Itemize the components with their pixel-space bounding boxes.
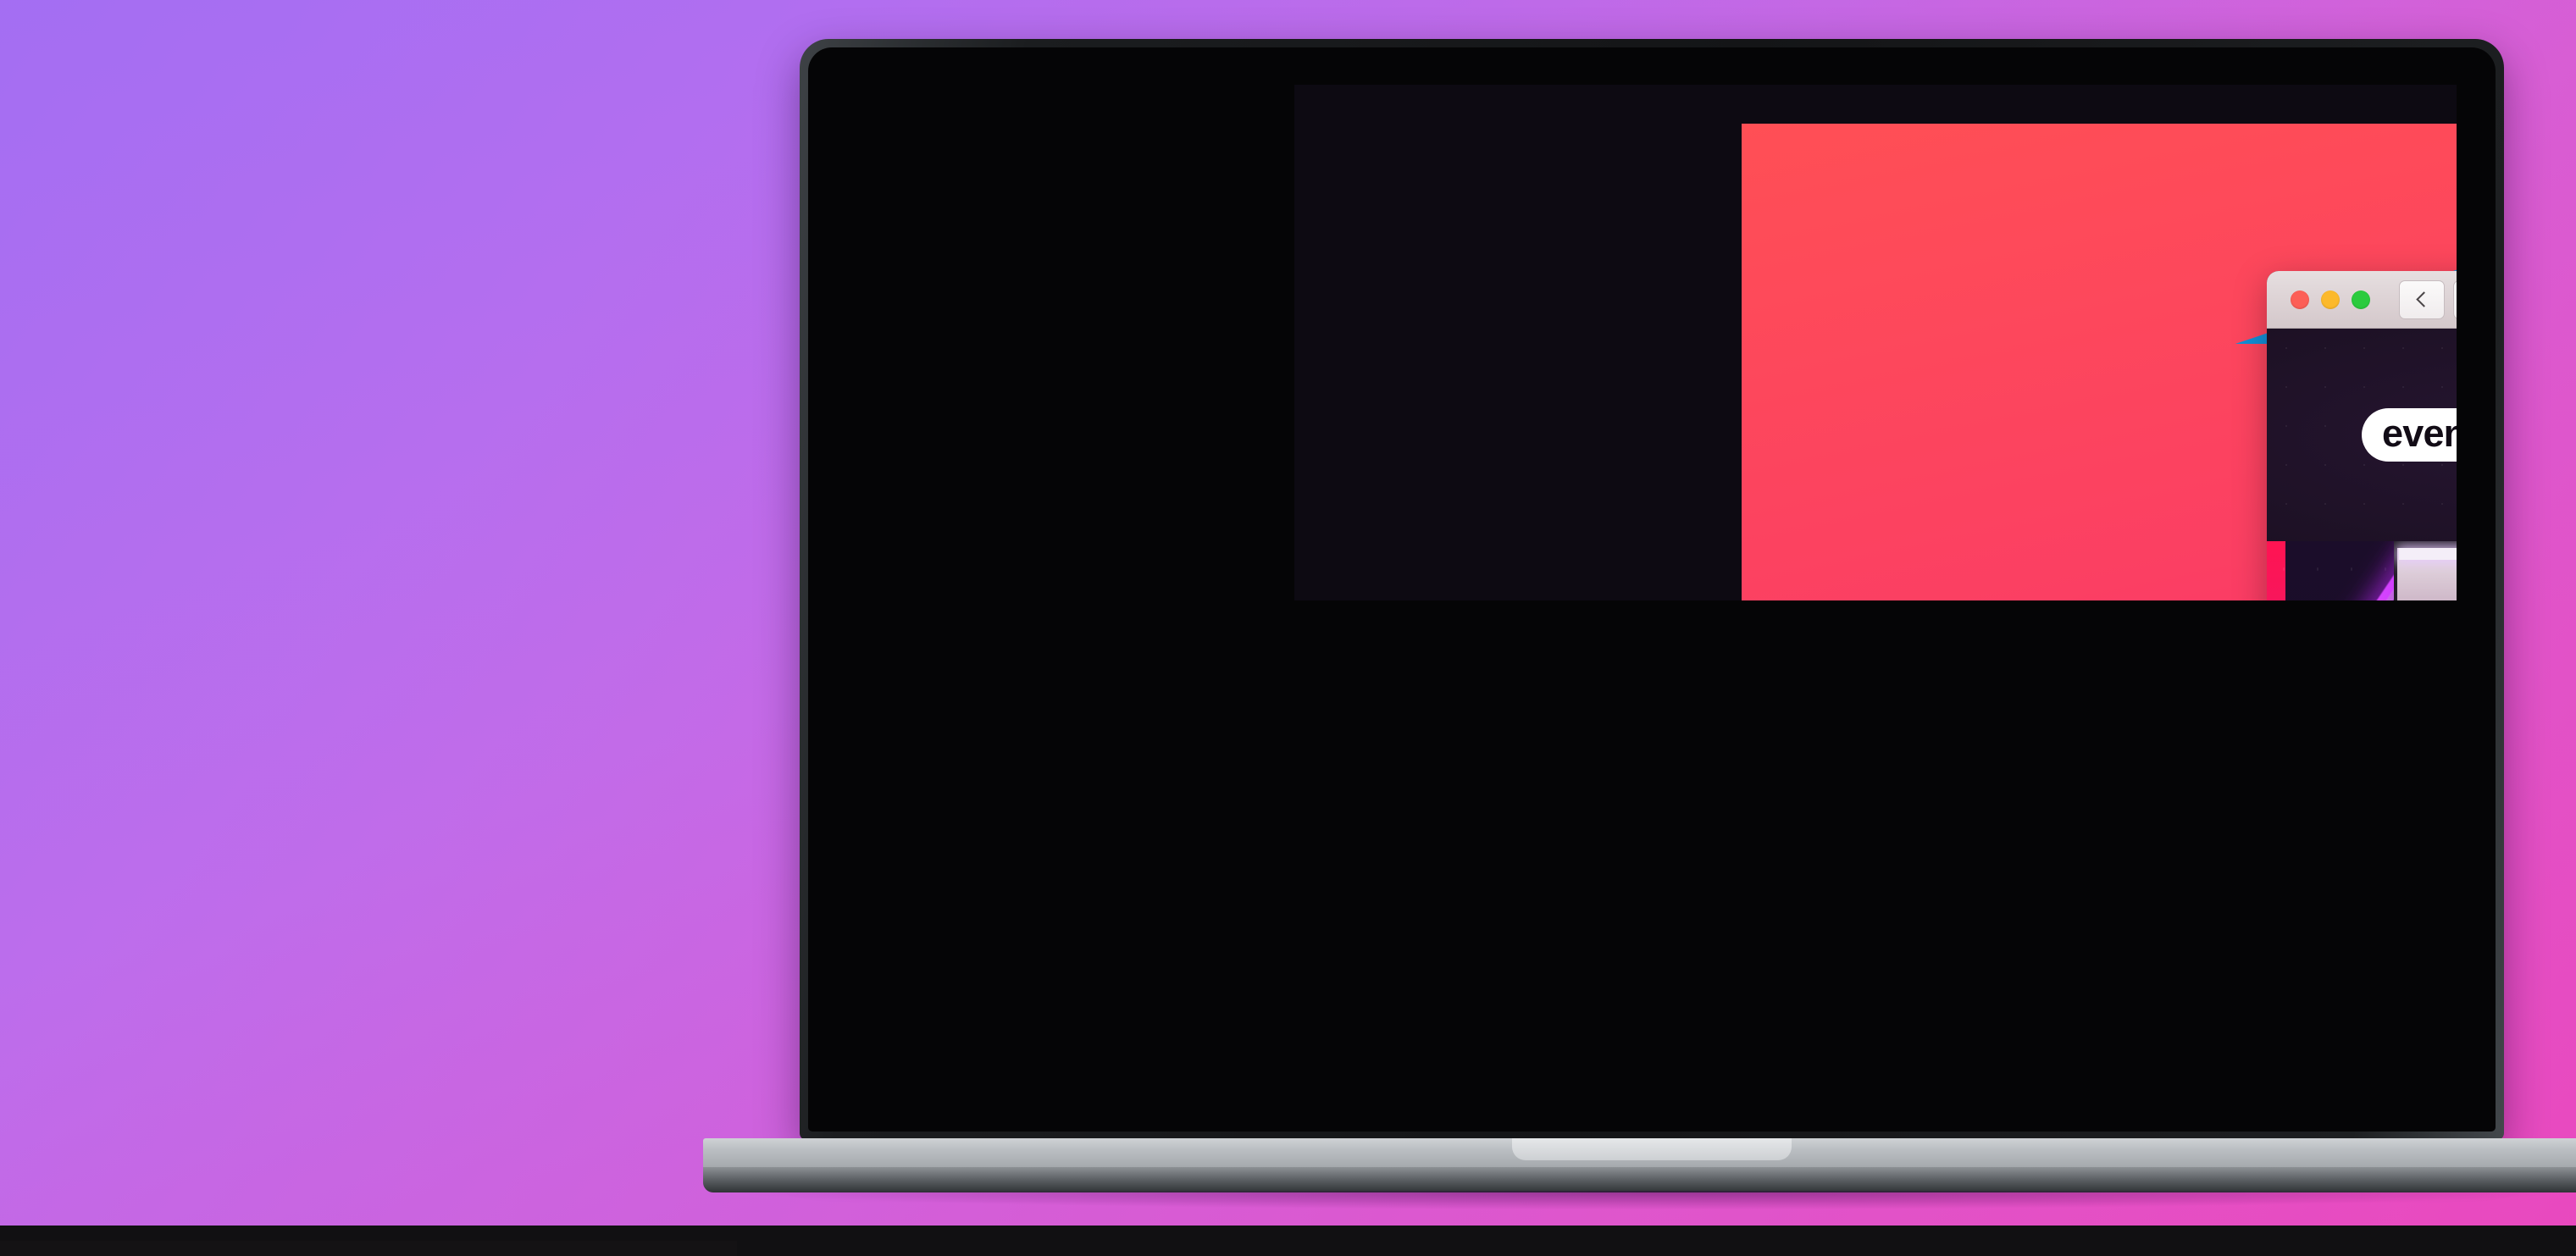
conference-photo: Sponsored by ‸R Revulytics <box>2394 541 2457 600</box>
scene-bottom-bar-left <box>0 1241 737 1256</box>
laptop-base <box>703 1138 2576 1209</box>
chevron-left-icon <box>2415 291 2432 307</box>
browser-window: event-conference.com <box>2267 271 2457 600</box>
window-controls <box>2291 290 2370 309</box>
back-button[interactable] <box>2399 279 2445 319</box>
left-neon-rail <box>2267 541 2394 600</box>
laptop-drop-shadow <box>737 1191 2567 1209</box>
laptop-base-notch <box>1512 1138 1792 1160</box>
logo-badge: event <box>2362 408 2457 462</box>
zoom-button[interactable] <box>2352 290 2370 309</box>
stage-light-panel <box>2397 548 2457 600</box>
laptop-mockup: event-conference.com <box>703 39 2576 1209</box>
laptop-screen: event-conference.com <box>1294 85 2457 600</box>
site-header: event conference IV Global Event Confere… <box>2267 329 2457 541</box>
stage-left-dark <box>2394 541 2457 600</box>
desktop-wallpaper: event-conference.com <box>1742 124 2457 600</box>
scene: event-conference.com <box>0 0 2576 1256</box>
minimize-button[interactable] <box>2321 290 2340 309</box>
laptop-base-bottom <box>703 1167 2576 1192</box>
forward-button[interactable] <box>2453 279 2457 319</box>
page-viewport: event conference IV Global Event Confere… <box>2267 329 2457 600</box>
close-button[interactable] <box>2291 290 2309 309</box>
laptop-base-top <box>703 1138 2576 1167</box>
browser-toolbar: event-conference.com <box>2267 271 2457 329</box>
rail-dot-pattern <box>2267 541 2394 600</box>
site-logo[interactable]: event conference <box>2362 408 2457 462</box>
hero-photo: Sponsored by ‸R Revulytics <box>2267 541 2457 600</box>
